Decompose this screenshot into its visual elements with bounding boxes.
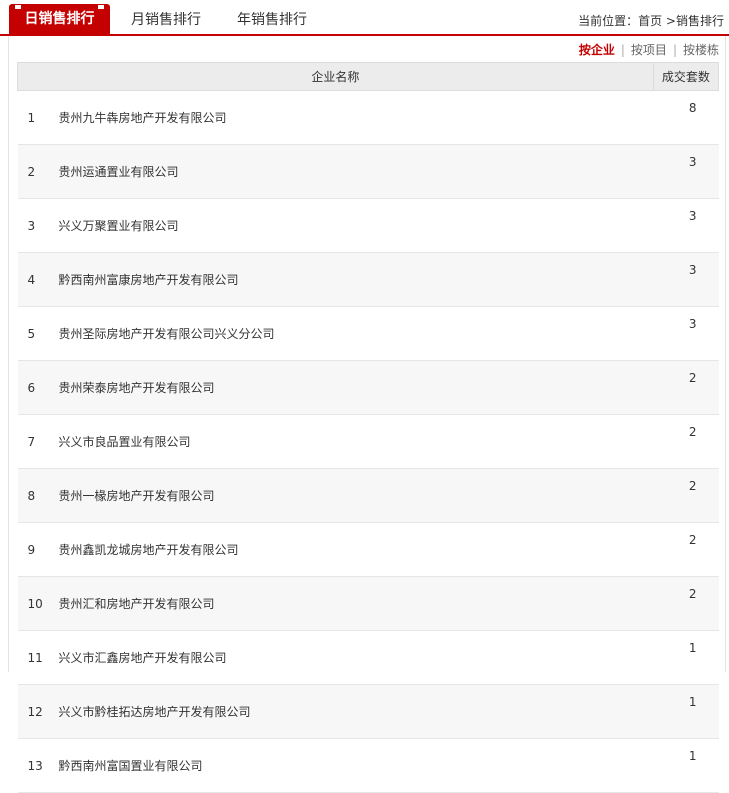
deal-count-cell: 3 <box>653 144 719 199</box>
breadcrumb-separator: > <box>662 14 676 28</box>
breadcrumb-prefix: 当前位置： <box>578 14 639 28</box>
sort-options: 按企业 | 按项目 | 按楼栋 <box>579 41 719 58</box>
deal-count-cell: 2 <box>653 360 719 415</box>
table-row: 2 贵州运通置业有限公司 3 <box>17 144 719 199</box>
rank-cell: 4 <box>17 252 59 307</box>
rank-cell: 1 <box>17 90 59 145</box>
table-row: 5 贵州圣际房地产开发有限公司兴义分公司 3 <box>17 306 719 361</box>
rank-cell: 12 <box>17 684 59 739</box>
table-row: 6 贵州荣泰房地产开发有限公司 2 <box>17 360 719 415</box>
table-row: 8 贵州一椽房地产开发有限公司 2 <box>17 468 719 523</box>
breadcrumb-current[interactable]: 销售排行 <box>676 14 724 28</box>
table-row: 9 贵州鑫凯龙城房地产开发有限公司 2 <box>17 522 719 577</box>
table-row: 1 贵州九牛犇房地产开发有限公司 8 <box>17 90 719 145</box>
rank-cell: 6 <box>17 360 59 415</box>
sort-by-project-link[interactable]: 按项目 <box>631 43 667 57</box>
rank-cell: 13 <box>17 738 59 793</box>
deal-count-cell: 2 <box>653 414 719 469</box>
sort-by-company-link[interactable]: 按企业 <box>579 43 615 57</box>
column-header-deal-count: 成交套数 <box>652 62 720 91</box>
table-row: 11 兴义市汇鑫房地产开发有限公司 1 <box>17 630 719 685</box>
rank-cell: 7 <box>17 414 59 469</box>
company-name-cell: 兴义市汇鑫房地产开发有限公司 <box>58 630 654 685</box>
table-row: 13 黔西南州富国置业有限公司 1 <box>17 738 719 793</box>
deal-count-cell: 3 <box>653 306 719 361</box>
sales-ranking-table: 企业名称 成交套数 1 贵州九牛犇房地产开发有限公司 8 2 贵州运通置业有限公司 3 3 兴… <box>17 62 720 793</box>
rank-cell: 10 <box>17 576 59 631</box>
deal-count-cell: 1 <box>653 738 719 793</box>
column-header-company: 企业名称 <box>17 62 654 91</box>
rank-cell: 11 <box>17 630 59 685</box>
company-name-cell: 贵州汇和房地产开发有限公司 <box>58 576 654 631</box>
sort-separator: | <box>672 43 677 57</box>
deal-count-cell: 3 <box>653 252 719 307</box>
company-name-cell: 贵州荣泰房地产开发有限公司 <box>58 360 654 415</box>
deal-count-cell: 2 <box>653 468 719 523</box>
table-row: 12 兴义市黔桂拓达房地产开发有限公司 1 <box>17 684 719 739</box>
rank-cell: 8 <box>17 468 59 523</box>
sort-by-building-link[interactable]: 按楼栋 <box>683 43 719 57</box>
company-name-cell: 黔西南州富国置业有限公司 <box>58 738 654 793</box>
tab-daily-sales[interactable]: 日销售排行 <box>9 4 110 34</box>
deal-count-cell: 1 <box>653 630 719 685</box>
table-row: 3 兴义万聚置业有限公司 3 <box>17 198 719 253</box>
table-body: 1 贵州九牛犇房地产开发有限公司 8 2 贵州运通置业有限公司 3 3 兴义万聚置业有限公司 3… <box>17 90 719 793</box>
company-name-cell: 兴义万聚置业有限公司 <box>58 198 654 253</box>
table-row: 7 兴义市良品置业有限公司 2 <box>17 414 719 469</box>
company-name-cell: 贵州一椽房地产开发有限公司 <box>58 468 654 523</box>
sort-separator: | <box>620 43 625 57</box>
company-name-cell: 黔西南州富康房地产开发有限公司 <box>58 252 654 307</box>
deal-count-cell: 3 <box>653 198 719 253</box>
table-row: 4 黔西南州富康房地产开发有限公司 3 <box>17 252 719 307</box>
company-name-cell: 贵州九牛犇房地产开发有限公司 <box>58 90 654 145</box>
rank-cell: 9 <box>17 522 59 577</box>
company-name-cell: 贵州圣际房地产开发有限公司兴义分公司 <box>58 306 654 361</box>
company-name-cell: 兴义市良品置业有限公司 <box>58 414 654 469</box>
table-row: 10 贵州汇和房地产开发有限公司 2 <box>17 576 719 631</box>
tab-monthly-sales[interactable]: 月销售排行 <box>131 6 201 34</box>
deal-count-cell: 2 <box>653 522 719 577</box>
company-name-cell: 贵州鑫凯龙城房地产开发有限公司 <box>58 522 654 577</box>
breadcrumb: 当前位置：首页 >销售排行 <box>578 12 724 29</box>
rank-cell: 5 <box>17 306 59 361</box>
breadcrumb-home-link[interactable]: 首页 <box>638 14 662 28</box>
rank-cell: 3 <box>17 198 59 253</box>
tab-yearly-sales[interactable]: 年销售排行 <box>237 6 307 34</box>
deal-count-cell: 8 <box>653 90 719 145</box>
deal-count-cell: 1 <box>653 684 719 739</box>
rank-cell: 2 <box>17 144 59 199</box>
deal-count-cell: 2 <box>653 576 719 631</box>
table-header-row: 企业名称 成交套数 <box>17 62 720 91</box>
company-name-cell: 兴义市黔桂拓达房地产开发有限公司 <box>58 684 654 739</box>
ranking-tab-bar: 日销售排行 月销售排行 年销售排行 当前位置：首页 >销售排行 <box>0 0 729 36</box>
company-name-cell: 贵州运通置业有限公司 <box>58 144 654 199</box>
